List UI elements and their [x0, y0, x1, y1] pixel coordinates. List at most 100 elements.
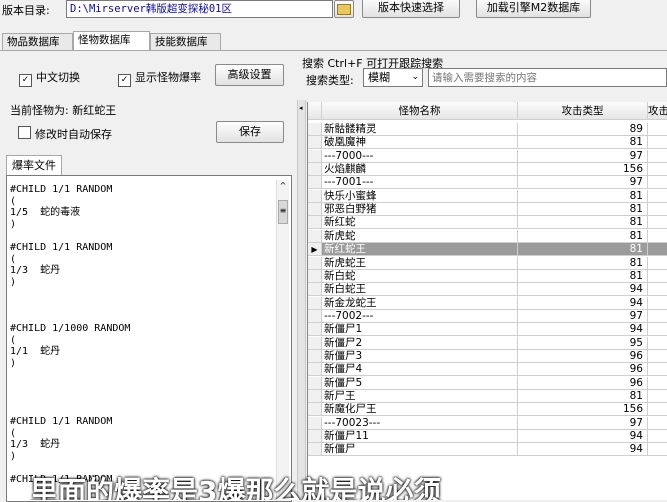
cell-attack-type[interactable]: 81: [518, 390, 648, 403]
cell-attack[interactable]: [648, 283, 667, 297]
cell-monster-name[interactable]: 新魔化尸王: [322, 403, 518, 417]
cell-monster-name[interactable]: 快乐小蜜蜂: [322, 189, 518, 203]
cell-monster-name[interactable]: 新金龙蛇王: [322, 296, 518, 310]
cell-attack[interactable]: [648, 163, 667, 177]
cell-monster-name[interactable]: 新僵尸: [322, 443, 518, 457]
row-pointer-icon[interactable]: ▶: [308, 243, 322, 257]
row-selector[interactable]: [308, 296, 322, 310]
tab-items[interactable]: 物品数据库: [2, 33, 73, 50]
tab-monsters[interactable]: 怪物数据库: [73, 31, 150, 51]
cell-attack[interactable]: [648, 190, 667, 203]
row-selector[interactable]: [308, 349, 322, 363]
cell-attack[interactable]: [648, 323, 667, 337]
cell-monster-name[interactable]: ---7001---: [322, 176, 518, 190]
cell-monster-name[interactable]: 新红蛇: [322, 216, 518, 230]
cell-attack-type[interactable]: 97: [518, 176, 648, 190]
row-selector[interactable]: [308, 203, 322, 217]
show-drop-checkbox[interactable]: ✓ 显示怪物爆率: [118, 69, 201, 87]
cell-attack-type[interactable]: 81: [518, 256, 648, 270]
row-selector[interactable]: [308, 376, 322, 390]
table-row[interactable]: ▶ 新红蛇王 81: [308, 243, 667, 257]
cell-attack-type[interactable]: 94: [518, 296, 648, 310]
tab-skills[interactable]: 技能数据库: [150, 33, 221, 50]
cell-attack[interactable]: [648, 443, 667, 457]
cell-attack[interactable]: [648, 430, 667, 444]
cell-attack[interactable]: [648, 377, 667, 390]
cell-attack[interactable]: [648, 310, 667, 323]
cell-attack-type[interactable]: 81: [518, 269, 648, 283]
table-row[interactable]: 新僵尸5 96: [308, 376, 667, 390]
cell-monster-name[interactable]: 新僵尸1: [322, 323, 518, 337]
cell-attack-type[interactable]: 96: [518, 376, 648, 390]
table-row[interactable]: 新僵尸 94: [308, 443, 667, 457]
row-selector[interactable]: [308, 403, 322, 417]
cell-attack-type[interactable]: 95: [518, 336, 648, 350]
row-selector[interactable]: [308, 443, 322, 457]
row-selector[interactable]: [308, 163, 322, 177]
row-selector[interactable]: [308, 229, 322, 243]
cell-attack-type[interactable]: 81: [518, 189, 648, 203]
row-selector[interactable]: [308, 390, 322, 403]
cell-attack[interactable]: [648, 403, 667, 417]
table-row[interactable]: 新僵尸2 95: [308, 336, 667, 350]
row-selector[interactable]: [308, 256, 322, 270]
cell-attack-type[interactable]: 156: [518, 163, 648, 177]
cell-attack-type[interactable]: 97: [518, 416, 648, 430]
row-selector[interactable]: [308, 430, 322, 444]
cell-attack[interactable]: [648, 337, 667, 350]
table-row[interactable]: 新白蛇王 94: [308, 283, 667, 297]
cell-monster-name[interactable]: 新僵尸3: [322, 349, 518, 363]
cell-monster-name[interactable]: ---7000---: [322, 149, 518, 163]
table-row[interactable]: 新魔化尸王 156: [308, 403, 667, 417]
cell-monster-name[interactable]: 新白蛇王: [322, 283, 518, 297]
row-selector[interactable]: [308, 189, 322, 203]
row-selector[interactable]: [308, 309, 322, 323]
column-header-name[interactable]: 怪物名称: [322, 102, 518, 120]
file-tab[interactable]: 爆率文件: [6, 155, 62, 175]
table-row[interactable]: 邪恶白野猪 81: [308, 203, 667, 217]
scroll-thumb[interactable]: ≡: [278, 200, 288, 224]
row-selector[interactable]: [308, 323, 322, 337]
cell-attack[interactable]: [648, 270, 667, 283]
cell-attack[interactable]: [648, 216, 667, 230]
cell-attack[interactable]: [648, 350, 667, 363]
row-selector[interactable]: [308, 136, 322, 150]
cell-attack-type[interactable]: 97: [518, 149, 648, 163]
table-row[interactable]: 新僵尸4 96: [308, 363, 667, 377]
dir-path-field[interactable]: D:\Mirserver韩版超变探秘01区: [66, 0, 333, 18]
cell-attack-type[interactable]: 94: [518, 443, 648, 457]
table-row[interactable]: ---70023--- 97: [308, 416, 667, 430]
column-header-attack[interactable]: 攻击: [648, 102, 667, 120]
table-row[interactable]: 新虎蛇王 81: [308, 256, 667, 270]
cell-monster-name[interactable]: 新虎蛇王: [322, 256, 518, 270]
table-row[interactable]: 新尸王 81: [308, 390, 667, 403]
row-selector[interactable]: [308, 336, 322, 350]
cell-attack[interactable]: [648, 363, 667, 377]
save-button[interactable]: 保存: [216, 121, 284, 143]
cell-attack-type[interactable]: 81: [518, 243, 648, 257]
cell-attack[interactable]: [648, 257, 667, 270]
row-selector[interactable]: [308, 416, 322, 430]
row-selector[interactable]: [308, 123, 322, 136]
editor-scrollbar[interactable]: ^ ≡: [276, 180, 289, 501]
cell-attack-type[interactable]: 96: [518, 349, 648, 363]
table-row[interactable]: 新僵尸3 96: [308, 349, 667, 363]
cell-monster-name[interactable]: 新白蛇: [322, 269, 518, 283]
table-row[interactable]: 火焰麒麟 156: [308, 163, 667, 177]
cell-monster-name[interactable]: 新僵尸4: [322, 363, 518, 377]
cell-monster-name[interactable]: 新骷髅精灵: [322, 123, 518, 136]
column-header-attack-type[interactable]: 攻击类型: [518, 102, 648, 120]
table-row[interactable]: 新僵尸11 94: [308, 430, 667, 444]
cell-attack[interactable]: [648, 243, 667, 257]
table-row[interactable]: 新僵尸1 94: [308, 323, 667, 337]
browse-folder-button[interactable]: [334, 0, 354, 18]
collapse-arrow-icon[interactable]: ◂: [299, 104, 303, 112]
cell-attack-type[interactable]: 94: [518, 430, 648, 444]
table-row[interactable]: 破凰魔神 81: [308, 136, 667, 150]
cell-monster-name[interactable]: ---7002---: [322, 309, 518, 323]
cell-monster-name[interactable]: 新僵尸11: [322, 430, 518, 444]
monster-grid[interactable]: 怪物名称 攻击类型 攻击 新骷髅精灵 89 破凰魔神 81 ---7000--- 97 火焰…: [307, 102, 667, 500]
cell-monster-name[interactable]: ---70023---: [322, 416, 518, 430]
search-type-select[interactable]: 模糊 ⌄: [363, 68, 423, 87]
cell-monster-name[interactable]: 新僵尸2: [322, 336, 518, 350]
